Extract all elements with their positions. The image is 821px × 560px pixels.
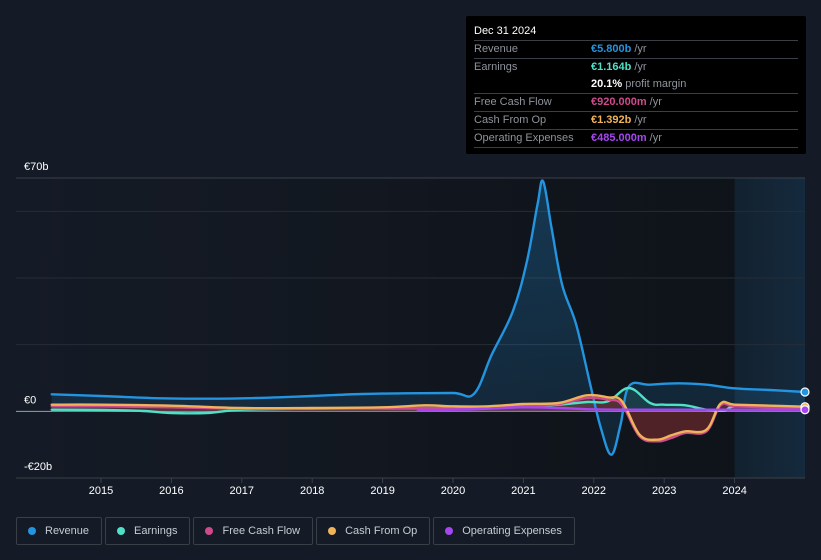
tooltip-label: Revenue (474, 43, 519, 55)
revenue-endpoint (800, 387, 810, 397)
legend-label: Operating Expenses (462, 525, 562, 537)
tooltip-value: €5.800b (591, 43, 632, 55)
y-tick-label: €0 (24, 394, 36, 406)
tooltip-label: Earnings (474, 61, 518, 73)
legend-label: Earnings (134, 525, 178, 537)
tooltip-row-cash-from-op: Cash From Op €1.392b /yr (474, 111, 798, 129)
tooltip-unit: /yr (649, 132, 662, 144)
x-tick-label: 2019 (370, 485, 394, 497)
y-tick-label: -€20b (24, 461, 52, 473)
tooltip-unit: /yr (634, 61, 647, 73)
x-tick-label: 2022 (582, 485, 606, 497)
x-tick-label: 2018 (300, 485, 324, 497)
x-tick-label: 2021 (511, 485, 535, 497)
x-tick-label: 2016 (159, 485, 183, 497)
tooltip: Dec 31 2024 Revenue €5.800b /yr Earnings… (466, 16, 806, 154)
x-tick-label: 2015 (89, 485, 113, 497)
tooltip-unit: /yr (634, 114, 647, 126)
profit-margin-label: profit margin (625, 78, 687, 90)
legend: Revenue Earnings Free Cash Flow Cash Fro… (16, 517, 575, 545)
tooltip-value: €485.000m (591, 132, 647, 144)
cash-from-op-dot-icon (328, 527, 337, 535)
tooltip-row-revenue: Revenue €5.800b /yr (474, 40, 798, 58)
legend-item-operating-expenses[interactable]: Operating Expenses (433, 517, 575, 545)
tooltip-label: Operating Expenses (474, 132, 574, 144)
legend-item-earnings[interactable]: Earnings (105, 517, 191, 545)
operating-expenses-endpoint (800, 405, 810, 415)
tooltip-label: Cash From Op (474, 114, 547, 126)
tooltip-row-operating-expenses: Operating Expenses €485.000m /yr (474, 129, 798, 148)
legend-item-free-cash-flow[interactable]: Free Cash Flow (193, 517, 314, 545)
tooltip-date: Dec 31 2024 (474, 25, 537, 37)
tooltip-value: €1.392b (591, 114, 632, 126)
legend-label: Free Cash Flow (222, 525, 301, 537)
x-tick-label: 2023 (652, 485, 676, 497)
tooltip-label: Free Cash Flow (474, 96, 552, 108)
tooltip-value: €1.164b (591, 61, 632, 73)
revenue-dot-icon (28, 527, 36, 535)
tooltip-label (474, 76, 591, 93)
legend-item-cash-from-op[interactable]: Cash From Op (316, 517, 431, 545)
forecast-region (734, 178, 805, 478)
x-tick-label: 2017 (230, 485, 254, 497)
earnings-dot-icon (117, 527, 126, 535)
x-tick-label: 2024 (722, 485, 746, 497)
tooltip-unit: /yr (634, 43, 647, 55)
tooltip-unit: /yr (649, 96, 662, 108)
profit-margin-value: 20.1% (591, 78, 623, 90)
operating-expenses-dot-icon (445, 527, 454, 535)
legend-item-revenue[interactable]: Revenue (16, 517, 103, 545)
tooltip-row-earnings: Earnings €1.164b /yr (474, 58, 798, 76)
free-cash-flow-dot-icon (205, 527, 214, 535)
tooltip-row-profit-margin: 20.1% profit margin (474, 76, 798, 93)
legend-label: Revenue (45, 525, 90, 537)
legend-label: Cash From Op (345, 525, 418, 537)
tooltip-value: €920.000m (591, 96, 647, 108)
tooltip-row-free-cash-flow: Free Cash Flow €920.000m /yr (474, 93, 798, 111)
x-tick-label: 2020 (441, 485, 465, 497)
y-tick-label: €70b (24, 161, 48, 173)
